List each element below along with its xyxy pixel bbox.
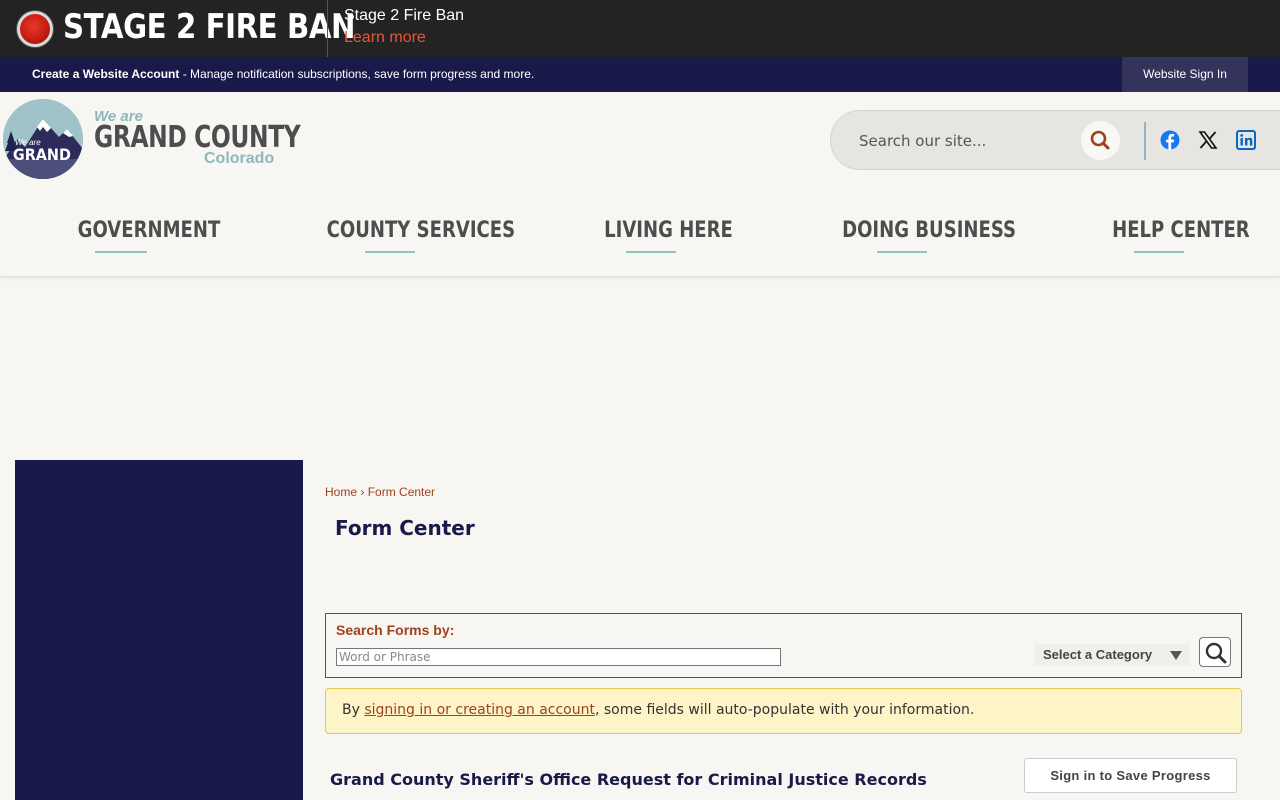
logo-state: Colorado (204, 150, 275, 167)
breadcrumb-separator: › (360, 485, 365, 499)
create-account-link[interactable]: Create a Website Account (32, 67, 179, 81)
nav-underline (364, 251, 415, 253)
account-bar: Create a Website Account - Manage notifi… (0, 57, 1280, 92)
nav-label: GOVERNMENT (77, 218, 221, 243)
alert-subtitle: Stage 2 Fire Ban (344, 7, 465, 24)
website-signin-button[interactable]: Website Sign In (1122, 57, 1248, 92)
form-search-button[interactable] (1199, 637, 1231, 667)
social-divider (1144, 122, 1146, 160)
page-title: Form Center (335, 516, 475, 540)
form-search-input[interactable] (336, 648, 781, 666)
alert-divider (327, 0, 328, 57)
notice-prefix: By (342, 702, 365, 718)
breadcrumb-current[interactable]: Form Center (368, 485, 435, 499)
nav-label: COUNTY SERVICES (326, 218, 516, 243)
main-navigation: GOVERNMENT COUNTY SERVICES LIVING HERE D… (0, 190, 1280, 277)
nav-underline (877, 251, 927, 253)
alert-title: STAGE 2 FIRE BAN (63, 7, 356, 47)
save-progress-button[interactable]: Sign in to Save Progress (1024, 758, 1237, 793)
nav-label: LIVING HERE (604, 218, 733, 243)
nav-underline (625, 251, 676, 253)
category-select[interactable]: Select a Category (1034, 644, 1190, 666)
site-search-bar (830, 110, 1280, 170)
site-search-button[interactable] (1081, 121, 1120, 160)
notice-suffix: , some fields will auto-populate with yo… (594, 702, 975, 718)
linkedin-icon[interactable] (1236, 130, 1256, 150)
svg-text:GRAND: GRAND (13, 145, 71, 164)
nav-living-here[interactable]: LIVING HERE (590, 218, 733, 253)
site-search-input[interactable] (859, 129, 1079, 153)
notice-text: By signing in or creating an account, so… (342, 702, 974, 718)
nav-label: HELP CENTER (1112, 218, 1250, 243)
autopopulate-notice: By signing in or creating an account, so… (325, 688, 1242, 734)
form-search-label: Search Forms by: (336, 622, 455, 638)
breadcrumb: Home › Form Center (325, 485, 435, 499)
signin-create-account-link[interactable]: signing in or creating an account (364, 702, 595, 718)
category-select-value: Select a Category (1043, 647, 1153, 662)
alert-banner: STAGE 2 FIRE BAN Stage 2 Fire Ban Learn … (0, 0, 1280, 57)
nav-government[interactable]: GOVERNMENT (62, 218, 220, 253)
nav-county-services[interactable]: COUNTY SERVICES (306, 218, 515, 253)
search-icon (1090, 130, 1110, 150)
nav-doing-business[interactable]: DOING BUSINESS (823, 218, 1016, 253)
alert-light-icon (17, 11, 53, 47)
county-logo-badge[interactable]: We are GRAND (3, 99, 83, 179)
learn-more-link[interactable]: Learn more (344, 29, 426, 47)
sidebar-panel (15, 460, 303, 800)
magnifier-icon (1205, 642, 1227, 664)
dropdown-arrow-icon (1170, 651, 1182, 660)
nav-underline (1134, 251, 1184, 253)
account-text: Create a Website Account - Manage notifi… (32, 67, 534, 81)
nav-label: DOING BUSINESS (842, 218, 1017, 243)
x-twitter-icon[interactable] (1198, 130, 1218, 150)
form-title: Grand County Sheriff's Office Request fo… (330, 770, 927, 789)
form-search-panel: Search Forms by: Select a Category (325, 613, 1242, 678)
nav-help-center[interactable]: HELP CENTER (1097, 218, 1250, 253)
facebook-icon[interactable] (1160, 130, 1180, 150)
breadcrumb-home-link[interactable]: Home (325, 485, 357, 499)
nav-underline (95, 251, 147, 253)
mountain-logo-icon: We are GRAND (3, 99, 83, 179)
account-description: - Manage notification subscriptions, sav… (179, 67, 535, 81)
